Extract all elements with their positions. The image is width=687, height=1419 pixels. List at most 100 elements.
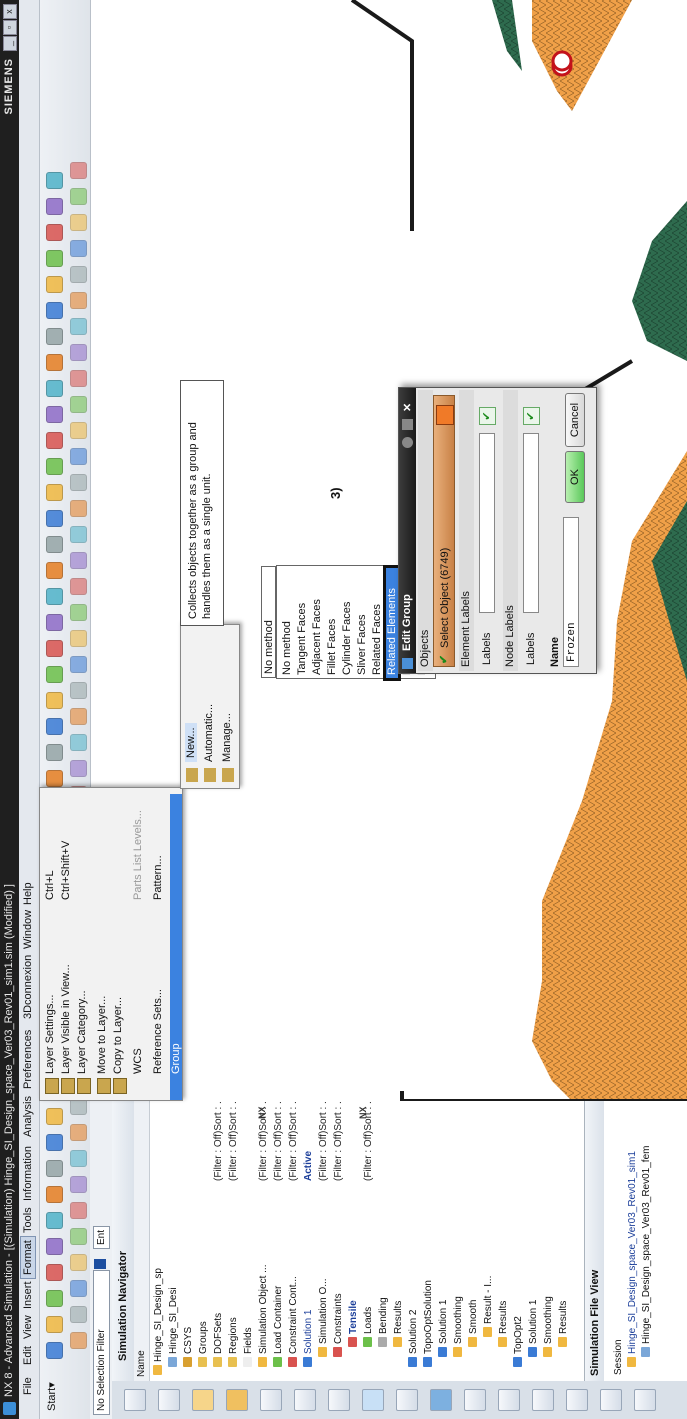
select-object-field[interactable]: Select Object (6749): [433, 395, 455, 667]
method-option[interactable]: Adjacent Faces: [311, 599, 323, 675]
tree-node[interactable]: Load Container (Filter : Off)Sort : ...: [272, 1096, 286, 1367]
toolbar-button-icon[interactable]: [46, 484, 63, 501]
part-navigator-icon[interactable]: [192, 1389, 214, 1411]
manufacturing-wizards-icon[interactable]: [532, 1389, 554, 1411]
tree-node[interactable]: Results: [392, 1301, 406, 1347]
tree-node[interactable]: Hinge_SI_Design_sp: [152, 1268, 166, 1375]
toolbar-button-icon[interactable]: [70, 1202, 87, 1219]
toolbar-button-icon[interactable]: [46, 666, 63, 683]
toolbar-button-icon[interactable]: [70, 630, 87, 647]
name-input[interactable]: Frozen: [563, 517, 579, 667]
toolbar-button-icon[interactable]: [46, 198, 63, 215]
settings-icon[interactable]: [402, 419, 413, 430]
toolbar-button-icon[interactable]: [46, 562, 63, 579]
menu-insert[interactable]: Insert: [22, 1281, 34, 1309]
toolbar-button-icon[interactable]: [46, 1212, 63, 1229]
toolbar-button-icon[interactable]: [46, 276, 63, 293]
toolbar-button-icon[interactable]: [46, 224, 63, 241]
toolbar-button-icon[interactable]: [70, 266, 87, 283]
toolbar-button-icon[interactable]: [70, 1124, 87, 1141]
toolbar-button-icon[interactable]: [70, 1228, 87, 1245]
menu-preferences[interactable]: Preferences: [22, 1030, 34, 1089]
toolbar-button-icon[interactable]: [46, 510, 63, 527]
menu-window[interactable]: Window: [22, 910, 34, 949]
tree-node[interactable]: Loads (Filter : Off)Sort : ...: [362, 1096, 376, 1347]
check-button-icon[interactable]: ✔: [479, 407, 496, 425]
tree-node[interactable]: Tensile: [347, 1300, 361, 1347]
objects-section[interactable]: Objects: [418, 390, 433, 671]
menu-edit[interactable]: Edit: [22, 1346, 34, 1365]
toolbar-button-icon[interactable]: [46, 1264, 63, 1281]
toolbar-button-icon[interactable]: [70, 1332, 87, 1349]
toolbar-button-icon[interactable]: [46, 250, 63, 267]
toolbar-button-icon[interactable]: [70, 1280, 87, 1297]
toolbar-button-icon[interactable]: [70, 370, 87, 387]
toolbar-button-icon[interactable]: [46, 1342, 63, 1359]
toolbar-button-icon[interactable]: [70, 734, 87, 751]
format-menu-item[interactable]: Group: [170, 794, 182, 1100]
menu-help[interactable]: Help: [22, 882, 34, 905]
format-menu-item[interactable]: Parts List Levels...: [132, 810, 144, 900]
start-button[interactable]: Start▾: [45, 1382, 58, 1411]
toolbar-button-icon[interactable]: [46, 588, 63, 605]
toolbar-button-icon[interactable]: [46, 1238, 63, 1255]
toolbar-button-icon[interactable]: [70, 604, 87, 621]
toolbar-button-icon[interactable]: [46, 302, 63, 319]
tree-node[interactable]: Results: [497, 1301, 511, 1347]
toolbar-button-icon[interactable]: [46, 354, 63, 371]
toolbar-button-icon[interactable]: [70, 318, 87, 335]
element-labels-input[interactable]: [479, 433, 495, 613]
method-option[interactable]: Related Faces: [371, 604, 383, 675]
tree-node[interactable]: Constraint Cont... (Filter : Off)Sort : .…: [287, 1096, 301, 1367]
tree-node[interactable]: Simulation Object ... (Filter : Off)Sort …: [257, 1096, 271, 1367]
menu-tools[interactable]: Tools: [22, 1207, 34, 1233]
tree-node[interactable]: Fields: [242, 1327, 256, 1367]
scope-dropdown[interactable]: Ent: [93, 1225, 110, 1249]
hd3d-tools-icon[interactable]: [260, 1389, 282, 1411]
toolbar-button-icon[interactable]: [46, 1186, 63, 1203]
tree-node[interactable]: Simulation O... (Filter : Off)Sort : ...: [317, 1096, 331, 1357]
check-button-icon[interactable]: ✔: [523, 407, 540, 425]
tree-node[interactable]: DOFSets (Filter : Off)Sort : ...: [212, 1096, 226, 1367]
format-menu-item[interactable]: Layer Category...: [76, 990, 88, 1074]
menu-file[interactable]: File: [22, 1377, 34, 1395]
simulation-navigator-icon[interactable]: [294, 1389, 316, 1411]
toolbar-button-icon[interactable]: [70, 1176, 87, 1193]
toolbar-button-icon[interactable]: [70, 240, 87, 257]
toolbar-button-icon[interactable]: [70, 162, 87, 179]
method-option[interactable]: Fillet Faces: [326, 619, 338, 675]
tree-node[interactable]: Constraints (Filter : Off)Sort : ...: [332, 1096, 346, 1357]
format-menu-item[interactable]: Pattern...: [152, 855, 164, 900]
toolbar-button-icon[interactable]: [46, 692, 63, 709]
toolbar-button-icon[interactable]: [70, 552, 87, 569]
toolbar-button-icon[interactable]: [70, 396, 87, 413]
toolbar-button-icon[interactable]: [46, 328, 63, 345]
format-menu-item[interactable]: Layer Settings...: [44, 995, 56, 1075]
file-view-item[interactable]: Hinge_SI_Design_space_Ver03_Rev01_fem: [640, 1146, 654, 1357]
toolbar-button-icon[interactable]: [70, 188, 87, 205]
tree-node[interactable]: Smoothing: [542, 1296, 556, 1357]
toolbar-button-icon[interactable]: [70, 1254, 87, 1271]
toolbar-button-icon[interactable]: [70, 214, 87, 231]
toolbar-button-icon[interactable]: [46, 406, 63, 423]
toolbar-button-icon[interactable]: [70, 422, 87, 439]
toolbar-button-icon[interactable]: [70, 292, 87, 309]
constraint-navigator-icon[interactable]: [158, 1389, 180, 1411]
web-browser-icon[interactable]: [328, 1389, 350, 1411]
clock-icon[interactable]: [566, 1389, 588, 1411]
tree-node[interactable]: Groups: [197, 1321, 211, 1367]
tree-node[interactable]: Smooth: [467, 1300, 481, 1347]
toolbar-button-icon[interactable]: [70, 578, 87, 595]
toolbar-button-icon[interactable]: [46, 380, 63, 397]
toolbar-button-icon[interactable]: [46, 172, 63, 189]
crosshair-select-icon[interactable]: [436, 405, 454, 425]
tree-node[interactable]: Bending: [377, 1297, 391, 1347]
tree-node[interactable]: TopOpt2: [512, 1316, 526, 1367]
toolbar-button-icon[interactable]: [70, 344, 87, 361]
menu-analysis[interactable]: Analysis: [22, 1096, 34, 1137]
close-icon[interactable]: ✕: [401, 403, 414, 412]
palettes-icon[interactable]: [498, 1389, 520, 1411]
toolbar-button-icon[interactable]: [46, 1160, 63, 1177]
toolbar-button-icon[interactable]: [70, 760, 87, 777]
menu-format[interactable]: Format: [20, 1236, 36, 1279]
